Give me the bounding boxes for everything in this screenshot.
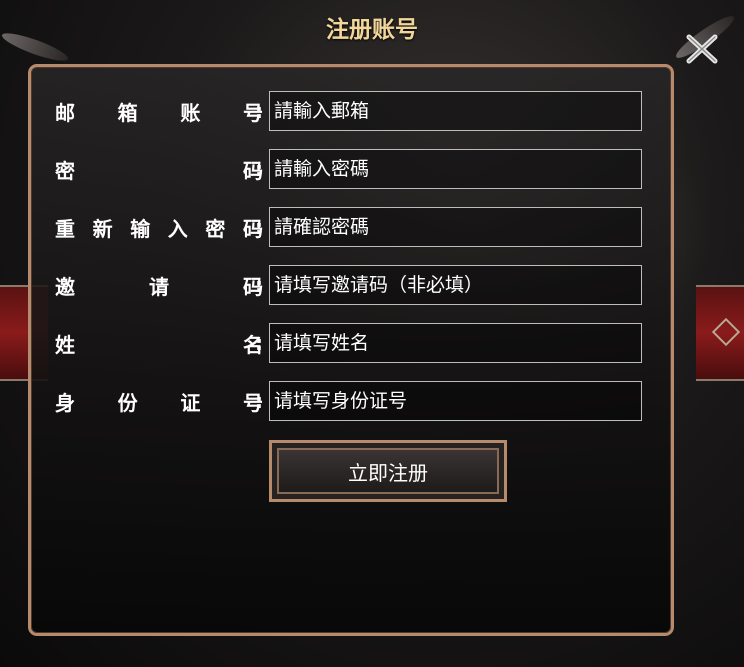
register-now-label: 立即注册 <box>277 448 499 494</box>
register-panel: 邮 箱 账 号 : 密 码 : 重 新 输 入 密 码 : 邀 请 码 <box>28 64 674 636</box>
email-label: 邮 箱 账 号 <box>55 100 263 125</box>
invite-code-label: 邀 请 码 <box>55 274 263 299</box>
side-banner-right <box>696 285 744 381</box>
field-row-password: 密 码 : <box>31 149 671 189</box>
field-row-confirm-password: 重 新 输 入 密 码 : <box>31 207 671 247</box>
close-button[interactable] <box>682 30 722 68</box>
password-colon: : <box>255 157 263 181</box>
email-input[interactable] <box>269 91 642 131</box>
password-label: 密 码 <box>55 158 263 183</box>
register-now-button[interactable]: 立即注册 <box>269 440 507 502</box>
confirm-password-label: 重 新 输 入 密 码 <box>55 216 263 241</box>
field-row-name: 姓 名 : <box>31 323 671 363</box>
name-label: 姓 名 <box>55 332 263 357</box>
field-row-email: 邮 箱 账 号 : <box>31 91 671 131</box>
invite-code-input[interactable] <box>269 265 642 305</box>
invite-code-colon: : <box>255 273 263 297</box>
close-x-icon <box>686 34 718 64</box>
name-input[interactable] <box>269 323 642 363</box>
name-colon: : <box>255 331 263 355</box>
id-number-colon: : <box>255 389 263 413</box>
password-input[interactable] <box>269 149 642 189</box>
dialog-title: 注册账号 <box>326 17 418 43</box>
email-colon: : <box>255 99 263 123</box>
confirm-password-input[interactable] <box>269 207 642 247</box>
id-number-input[interactable] <box>269 381 642 421</box>
field-row-id-number: 身 份 证 号 : <box>31 381 671 421</box>
diamond-ornament-icon <box>711 317 741 347</box>
confirm-password-colon: : <box>255 215 263 239</box>
field-row-invite-code: 邀 请 码 : <box>31 265 671 305</box>
id-number-label: 身 份 证 号 <box>55 390 263 415</box>
